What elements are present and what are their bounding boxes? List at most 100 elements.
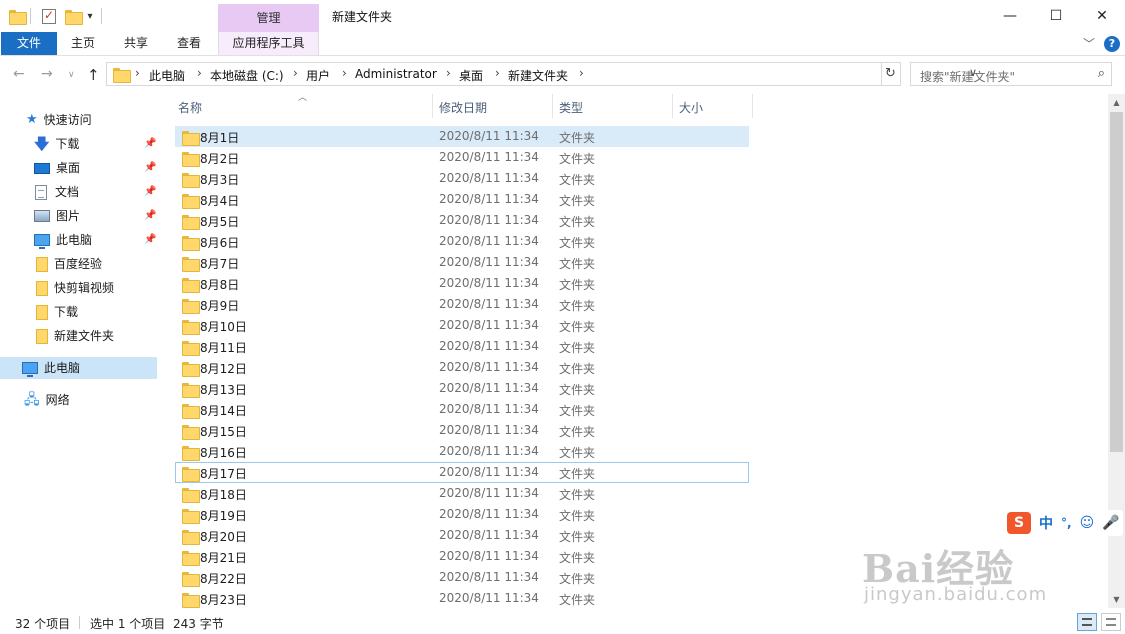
nav-item-new-folder[interactable]: 新建文件夹 [36, 325, 114, 347]
breadcrumb-separator-icon[interactable]: › [342, 66, 347, 80]
pin-icon[interactable]: 📌 [144, 157, 156, 179]
nav-network[interactable]: 🖧 网络 [24, 389, 70, 411]
forward-arrow-icon[interactable]: → [41, 66, 53, 82]
ime-punctuation-toggle[interactable]: °, [1061, 516, 1072, 530]
breadcrumb-local-disk[interactable]: 本地磁盘 (C:) [210, 67, 284, 84]
minimize-button[interactable]: — [987, 0, 1033, 32]
file-type: 文件夹 [559, 215, 596, 229]
breadcrumb-users[interactable]: 用户 [306, 67, 330, 84]
breadcrumb-separator-icon[interactable]: › [446, 66, 451, 80]
scroll-thumb[interactable] [1110, 112, 1123, 452]
column-type[interactable]: 类型 [559, 99, 583, 116]
tab-share[interactable]: 共享 [110, 32, 162, 55]
search-icon[interactable]: ⌕ [1098, 66, 1105, 81]
emoji-icon[interactable]: ☺ [1080, 515, 1095, 531]
nav-item-label: 快速访问 [43, 113, 92, 127]
customize-quick-access-icon[interactable]: ▾ [84, 7, 96, 25]
column-divider[interactable] [552, 94, 553, 118]
file-row[interactable]: 8月21日 2020/8/11 11:34 文件夹 [175, 546, 749, 567]
file-row[interactable]: 8月8日 2020/8/11 11:34 文件夹 [175, 273, 749, 294]
close-button[interactable]: ✕ [1079, 0, 1125, 32]
file-row[interactable]: 8月10日 2020/8/11 11:34 文件夹 [175, 315, 749, 336]
breadcrumb-separator-icon[interactable]: › [135, 66, 140, 80]
column-divider[interactable] [672, 94, 673, 118]
scroll-down-icon[interactable]: ▼ [1108, 591, 1125, 608]
breadcrumb-separator-icon[interactable]: › [197, 66, 202, 80]
file-row[interactable]: 8月16日 2020/8/11 11:34 文件夹 [175, 441, 749, 462]
chevron-down-icon[interactable]: ﹀ [1083, 35, 1095, 52]
breadcrumb-new-folder[interactable]: 新建文件夹 [508, 67, 568, 84]
details-view-button[interactable] [1077, 613, 1097, 631]
context-tab-manage[interactable]: 管理 [218, 4, 319, 32]
file-row[interactable]: 8月17日 2020/8/11 11:34 文件夹 [175, 462, 749, 483]
breadcrumb-administrator[interactable]: Administrator [355, 67, 437, 81]
maximize-button[interactable]: ☐ [1033, 0, 1079, 32]
file-row[interactable]: 8月19日 2020/8/11 11:34 文件夹 [175, 504, 749, 525]
refresh-icon[interactable]: ↻ [881, 62, 901, 86]
breadcrumb-separator-icon[interactable]: › [293, 66, 298, 80]
breadcrumb-desktop[interactable]: 桌面 [459, 67, 483, 84]
nav-item-documents[interactable]: 文档 📌 [35, 181, 160, 203]
nav-quick-access[interactable]: ★ 快速访问 [26, 109, 92, 131]
scroll-up-icon[interactable]: ▲ [1108, 94, 1125, 111]
pin-icon[interactable]: 📌 [144, 229, 156, 251]
properties-icon[interactable] [40, 7, 58, 25]
tab-view[interactable]: 查看 [164, 32, 214, 55]
breadcrumb-separator-icon[interactable]: › [579, 66, 584, 80]
file-row[interactable]: 8月15日 2020/8/11 11:34 文件夹 [175, 420, 749, 441]
search-input[interactable]: 搜索"新建文件夹" [920, 68, 1015, 85]
file-row[interactable]: 8月3日 2020/8/11 11:34 文件夹 [175, 168, 749, 189]
tab-home[interactable]: 主页 [58, 32, 108, 55]
file-row[interactable]: 8月12日 2020/8/11 11:34 文件夹 [175, 357, 749, 378]
file-row[interactable]: 8月7日 2020/8/11 11:34 文件夹 [175, 252, 749, 273]
nav-item-downloads-folder[interactable]: 下载 [36, 301, 78, 323]
help-icon[interactable]: ? [1104, 36, 1120, 52]
file-row[interactable]: 8月20日 2020/8/11 11:34 文件夹 [175, 525, 749, 546]
file-row[interactable]: 8月6日 2020/8/11 11:34 文件夹 [175, 231, 749, 252]
nav-item-baidu-jingyan[interactable]: 百度经验 [36, 253, 102, 275]
up-arrow-icon[interactable]: ↑ [87, 66, 100, 84]
pin-icon[interactable]: 📌 [144, 205, 156, 227]
folder-icon [182, 425, 200, 440]
breadcrumb-separator-icon[interactable]: › [495, 66, 500, 80]
column-date[interactable]: 修改日期 [439, 99, 487, 116]
nav-item-downloads[interactable]: 🡇 下载 📌 [34, 133, 160, 155]
pin-icon[interactable]: 📌 [144, 133, 156, 155]
new-folder-icon[interactable] [64, 7, 83, 25]
file-row[interactable]: 8月11日 2020/8/11 11:34 文件夹 [175, 336, 749, 357]
file-type: 文件夹 [559, 593, 596, 607]
nav-item-desktop[interactable]: 桌面 📌 [34, 157, 160, 179]
nav-this-pc[interactable]: 此电脑 [0, 357, 157, 379]
file-row[interactable]: 8月18日 2020/8/11 11:34 文件夹 [175, 483, 749, 504]
file-row[interactable]: 8月23日 2020/8/11 11:34 文件夹 [175, 588, 749, 608]
tab-file[interactable]: 文件 [1, 32, 57, 55]
column-size[interactable]: 大小 [679, 99, 703, 116]
file-row[interactable]: 8月4日 2020/8/11 11:34 文件夹 [175, 189, 749, 210]
tab-application-tools[interactable]: 应用程序工具 [218, 32, 319, 55]
file-row[interactable]: 8月14日 2020/8/11 11:34 文件夹 [175, 399, 749, 420]
file-row[interactable]: 8月13日 2020/8/11 11:34 文件夹 [175, 378, 749, 399]
address-bar[interactable]: › 此电脑 › 本地磁盘 (C:) › 用户 › Administrator ›… [106, 62, 977, 86]
search-box[interactable]: 搜索"新建文件夹" ⌕ [910, 62, 1112, 86]
ime-logo-icon[interactable]: S [1007, 512, 1031, 534]
column-divider[interactable] [432, 94, 433, 118]
file-row[interactable]: 8月22日 2020/8/11 11:34 文件夹 [175, 567, 749, 588]
breadcrumb-this-pc[interactable]: 此电脑 [149, 67, 185, 84]
file-row[interactable]: 8月5日 2020/8/11 11:34 文件夹 [175, 210, 749, 231]
file-row[interactable]: 8月9日 2020/8/11 11:34 文件夹 [175, 294, 749, 315]
file-date: 2020/8/11 11:34 [439, 570, 539, 584]
file-row[interactable]: 8月2日 2020/8/11 11:34 文件夹 [175, 147, 749, 168]
nav-item-kuaijianji[interactable]: 快剪辑视频 [36, 277, 114, 299]
file-row[interactable]: 8月1日 2020/8/11 11:34 文件夹 [175, 126, 749, 147]
column-divider[interactable] [752, 94, 753, 118]
folder-icon [182, 320, 200, 335]
nav-item-this-pc-quick[interactable]: 此电脑 📌 [34, 229, 160, 251]
large-icons-view-button[interactable] [1101, 613, 1121, 631]
recent-locations-chevron-icon[interactable]: ∨ [68, 70, 75, 80]
ime-mode-toggle[interactable]: 中 [1039, 513, 1053, 533]
nav-item-pictures[interactable]: 图片 📌 [34, 205, 160, 227]
pin-icon[interactable]: 📌 [144, 181, 156, 203]
microphone-icon[interactable]: 🎤 [1102, 515, 1119, 531]
column-name[interactable]: 名称 [178, 99, 202, 116]
back-arrow-icon[interactable]: ← [13, 66, 25, 82]
